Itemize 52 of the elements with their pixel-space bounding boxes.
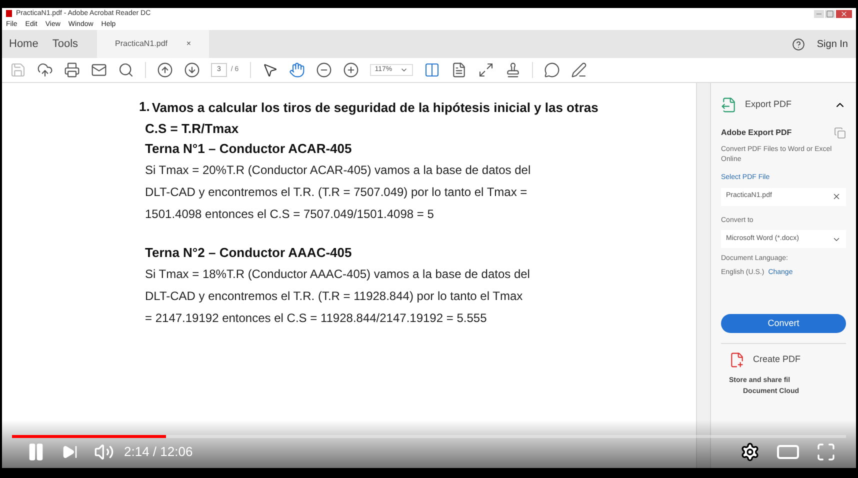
heading: Vamos a calcular los tiros de seguridad de la hipótesis inicial y las otras [152,99,598,117]
pointer-icon[interactable] [262,62,278,78]
next-page-icon[interactable] [184,62,200,78]
export-pdf-icon[interactable] [721,97,737,113]
paragraph-line: = 2147.19192 entonces el C.S = 11928.844/2147.19192 = 5.555 [145,310,488,327]
scrollbar[interactable] [696,83,710,468]
paragraph-line: DLT-CAD y encontremos el T.R. (T.R = 7507.049) por lo tanto el Tmax = [145,184,528,201]
print-icon[interactable] [64,62,80,78]
nav-tab[interactable]: Tools [45,36,86,52]
volume-icon[interactable] [94,442,114,462]
formula: C.S = T.R/Tmax [145,120,240,138]
section-title: Terna N°1 – Conductor ACAR-405 [145,140,353,158]
paragraph-line: DLT-CAD y encontremos el T.R. (T.R = 11928.844) por lo tanto el Tmax [145,288,524,305]
stamp-icon[interactable] [505,62,522,78]
fullscreen-icon[interactable] [816,442,836,462]
maximize-icon[interactable] [825,10,835,18]
previous-page-icon[interactable] [157,62,173,78]
export-pdf-title[interactable]: Export PDF [745,98,792,112]
minimize-icon[interactable] [814,10,824,18]
next-icon[interactable] [62,444,78,460]
caret-icon [400,66,408,74]
clear-icon[interactable] [832,192,841,201]
paragraph-line: Si Tmax = 20%T.R (Conductor ACAR-405) vamos a la base de datos del [145,162,532,179]
tab-close[interactable]: × [186,38,192,50]
upload-icon[interactable] [37,62,53,78]
paragraph-line: 1501.4098 entonces el C.S = 7507.049/1501.4098 = 5 [145,206,435,223]
zoom-in-icon[interactable] [342,62,359,78]
nav-tab[interactable]: Home [2,36,46,52]
sign-in-link[interactable]: Sign In [816,36,848,52]
document-tab-label: PracticaN1.pdf [115,38,168,50]
hand-icon[interactable] [288,62,305,78]
search-icon[interactable] [118,62,134,78]
heading-number: 1. [139,98,150,116]
comment-icon[interactable] [544,62,560,78]
panel-title: Adobe Export PDF [721,127,792,139]
help-icon[interactable] [792,38,805,50]
fit-page-icon[interactable] [424,62,440,78]
time-display: 2:14 / 12:06 [124,443,193,462]
convert-button[interactable]: Convert [721,314,846,333]
zoom-out-icon[interactable] [316,62,332,78]
paragraph-line: Si Tmax = 18%T.R (Conductor AAAC-405) vamos a la base de datos del [145,266,531,283]
settings-icon[interactable] [740,442,760,462]
document-tab[interactable]: PracticaN1.pdf × [97,30,210,58]
create-pdf-icon[interactable] [729,352,745,368]
section-title: Terna N°2 – Conductor AAAC-405 [145,244,353,262]
pen-icon[interactable] [571,62,588,78]
copy-icon [834,127,846,139]
app-icon [6,10,12,17]
full-screen-icon[interactable] [478,62,494,78]
mail-icon[interactable] [91,62,107,78]
create-pdf-title[interactable]: Create PDF [753,353,801,367]
close-icon[interactable] [836,10,852,18]
